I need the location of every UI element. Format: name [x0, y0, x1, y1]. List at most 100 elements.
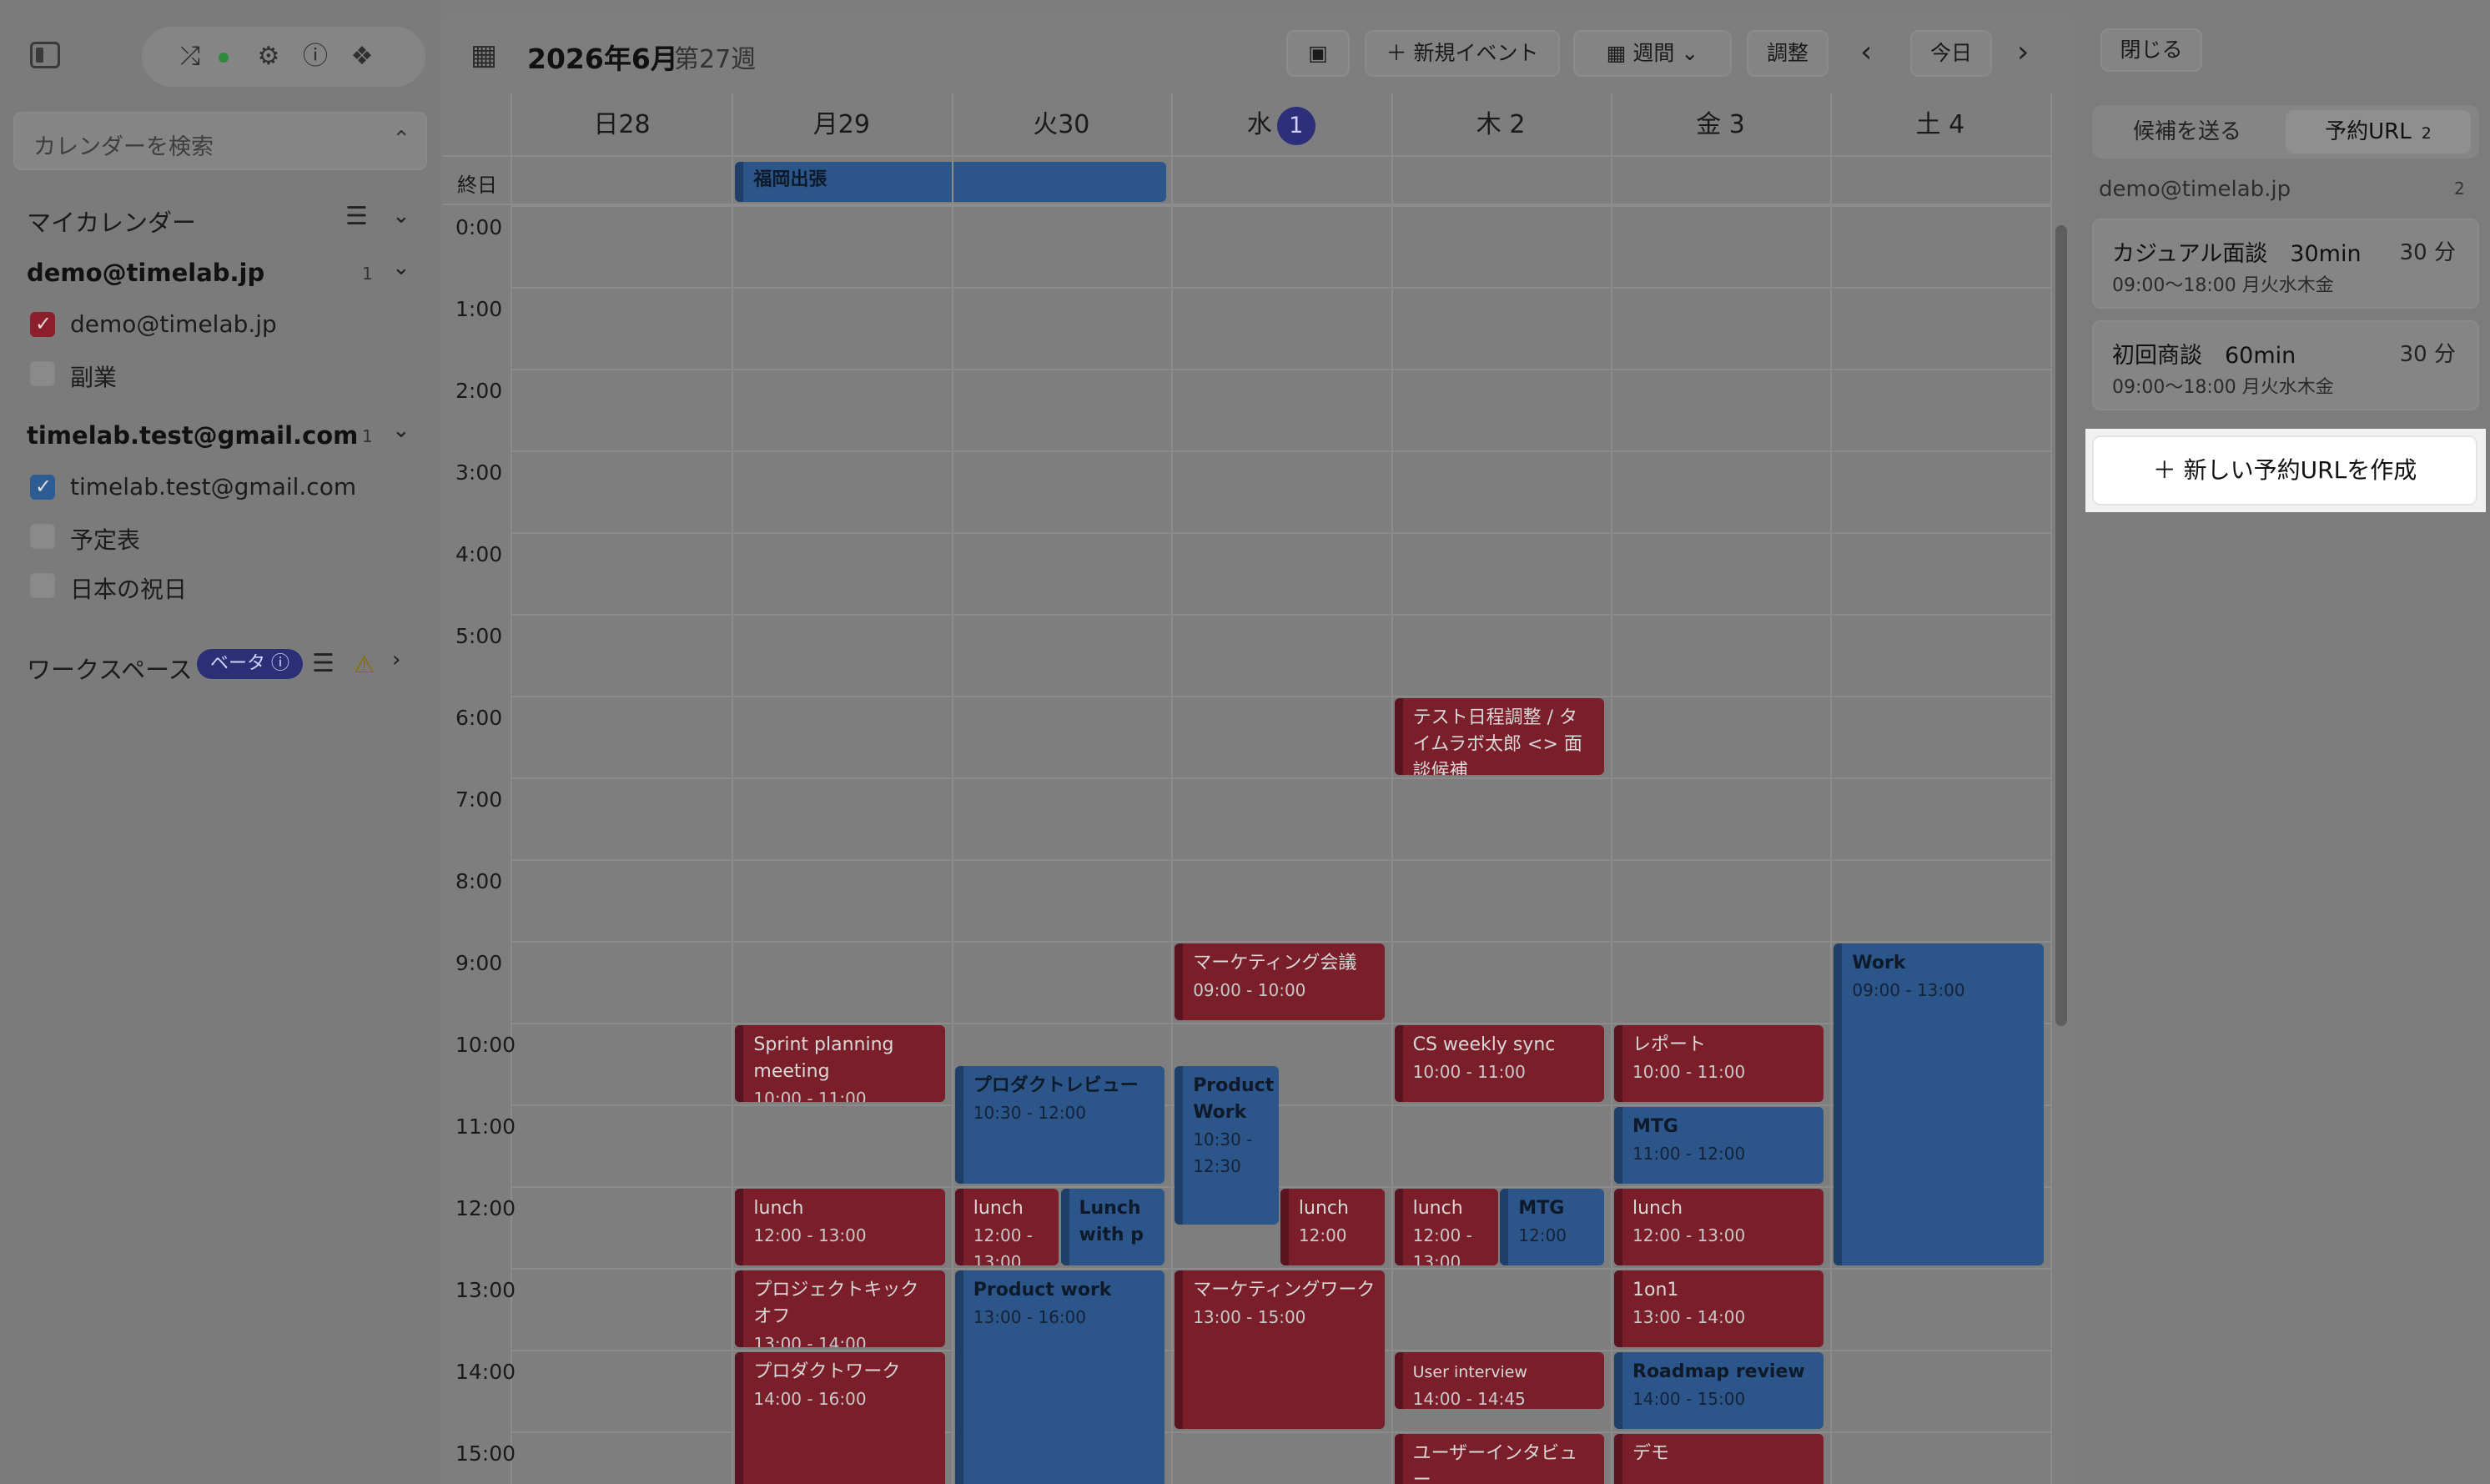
shuffle-icon[interactable]: ⤮ — [175, 42, 205, 72]
calendar-event[interactable]: lunch 12:00 - 13:00 — [735, 1189, 945, 1265]
calendar-event[interactable]: プロダクトレビュー 10:30 - 12:00 — [954, 1066, 1165, 1184]
booking-card-hours: 09:00〜18:00 月火水木金 — [2112, 275, 2334, 296]
event-time: 14:00 - 15:00 — [1632, 1389, 1746, 1409]
adjust-button[interactable]: 調整 — [1747, 30, 1829, 77]
day-label: 月29 — [812, 110, 870, 139]
chevron-right-icon[interactable]: › — [392, 647, 400, 672]
calendar-event[interactable]: プロダクトワーク 14:00 - 16:00 — [735, 1352, 945, 1484]
scrollbar[interactable] — [2055, 225, 2067, 1026]
list-icon[interactable]: ☰ — [312, 649, 335, 678]
calendar-event[interactable]: マーケティング会議 09:00 - 10:00 — [1175, 943, 1385, 1020]
day-divider — [1830, 93, 1833, 1484]
booking-panel: 閉じる 候補を送る 予約URL 2 demo@timelab.jp 2 カジュアル… — [2077, 0, 2490, 1484]
chevron-down-icon[interactable]: ⌄ — [392, 418, 410, 443]
account-count: 1 — [362, 426, 373, 446]
calendar-event[interactable]: lunch 12:00 - 13:00 — [954, 1189, 1059, 1265]
day-header[interactable]: 火30 — [952, 93, 1171, 157]
day-label: 金 3 — [1696, 110, 1745, 139]
day-label: 土 4 — [1915, 110, 1965, 139]
booking-account: demo@timelab.jp — [2099, 177, 2291, 202]
event-title: プロダクトワーク — [753, 1361, 901, 1382]
booking-card[interactable]: 初回商談 60min 30 分 09:00〜18:00 月火水木金 — [2092, 320, 2479, 410]
day-divider — [1611, 93, 1612, 1484]
sidebar: ⤮ ⚙ ⓘ ❖ カレンダーを検索 ⌃ マイカレンダー ☰ ⌄ demo@time… — [0, 0, 440, 1484]
calendar-event[interactable]: lunch 12:00 - 13:00 — [1614, 1189, 1824, 1265]
calendar-event[interactable]: Lunch with p — [1060, 1189, 1165, 1265]
calendar-event[interactable]: マーケティングワーク 13:00 - 15:00 — [1175, 1270, 1385, 1429]
gear-icon[interactable]: ⚙ — [254, 42, 284, 72]
calendar-checkbox[interactable] — [30, 312, 55, 337]
calendar-event[interactable]: Roadmap review 14:00 - 15:00 — [1614, 1352, 1824, 1429]
day-header[interactable]: 金 3 — [1611, 93, 1830, 157]
calendar-event[interactable]: 1on1 13:00 - 14:00 — [1614, 1270, 1824, 1347]
today-indicator: 1 — [1276, 106, 1315, 145]
tab-send-candidates[interactable]: 候補を送る — [2100, 110, 2274, 153]
prev-week-icon[interactable]: ‹ — [1860, 35, 1872, 69]
calendar-event[interactable]: CS weekly sync 10:00 - 11:00 — [1394, 1025, 1604, 1102]
calendar-event[interactable]: レポート 10:00 - 11:00 — [1614, 1025, 1824, 1102]
calendar-event[interactable]: Product Work 10:30 - 12:30 — [1175, 1066, 1279, 1225]
event-title: プロジェクトキックオフ — [753, 1280, 919, 1327]
chevron-down-icon[interactable]: ⌄ — [392, 255, 410, 280]
gift-icon[interactable]: ❖ — [347, 42, 377, 72]
calendar-event[interactable]: lunch 12:00 - 13:00 — [1394, 1189, 1499, 1265]
calendar-event[interactable]: プロジェクトキックオフ 13:00 - 14:00 — [735, 1270, 945, 1347]
create-booking-url-button[interactable]: ＋ 新しい予約URLを作成 — [2092, 435, 2477, 506]
hour-line — [512, 287, 2050, 289]
calendar-event[interactable]: テスト日程調整 / タイムラボ太郎 <> 面談候補 — [1394, 698, 1604, 775]
booking-card-duration: 30 分 — [2399, 342, 2456, 367]
calendar-icon: ▦ — [1606, 41, 1627, 65]
calendar-event[interactable]: MTG 11:00 - 12:00 — [1614, 1107, 1824, 1184]
tab-booking-url[interactable]: 予約URL 2 — [2286, 110, 2471, 153]
day-header[interactable]: 日28 — [512, 93, 732, 157]
calendar-event[interactable]: MTG 12:00 — [1500, 1189, 1604, 1265]
close-button[interactable]: 閉じる — [2100, 28, 2202, 72]
day-label: 日28 — [593, 110, 651, 139]
hour-label: 0:00 — [455, 215, 503, 239]
event-time: 13:00 - 14:00 — [1632, 1307, 1746, 1327]
booking-card-duration: 30 分 — [2399, 240, 2456, 265]
today-button[interactable]: 今日 — [1910, 30, 1992, 77]
layout-toggle-button[interactable]: ▣ — [1286, 30, 1350, 77]
day-header[interactable]: 土 4 — [1830, 93, 2050, 157]
event-title: lunch — [1412, 1198, 1463, 1219]
event-time: 11:00 - 12:00 — [1632, 1144, 1746, 1164]
day-header-row: 日28 月29 火30 水 1 木 2 金 3 土 4 — [442, 93, 2050, 157]
info-icon[interactable]: ⓘ — [300, 42, 330, 72]
calendar-event[interactable]: ユーザーインタビュー — [1394, 1434, 1604, 1484]
calendar-event[interactable]: Product work 13:00 - 16:00 — [954, 1270, 1165, 1484]
event-title: Product work — [973, 1280, 1112, 1300]
event-time: 10:30 - 12:30 — [1193, 1129, 1253, 1176]
event-title: Product Work — [1193, 1075, 1275, 1123]
calendar-checkbox[interactable] — [30, 475, 55, 500]
event-title: MTG — [1518, 1198, 1565, 1219]
new-event-button[interactable]: ＋ 新規イベント — [1365, 30, 1560, 77]
event-title: デモ — [1632, 1443, 1670, 1464]
hour-label: 4:00 — [455, 542, 503, 566]
calendar-checkbox[interactable] — [30, 361, 55, 386]
calendar-search-input[interactable]: カレンダーを検索 ⌃ — [13, 112, 427, 170]
calendar-event[interactable]: User interview 14:00 - 14:45 — [1394, 1352, 1604, 1409]
warning-icon: ⚠ — [354, 651, 375, 678]
calendar-checkbox[interactable] — [30, 573, 55, 598]
booking-account-count: 2 — [2454, 179, 2465, 199]
sidebar-toggle-icon[interactable] — [30, 42, 60, 68]
calendar-event[interactable]: Work 09:00 - 13:00 — [1834, 943, 2044, 1265]
status-dot — [219, 53, 229, 63]
account-count: 1 — [362, 264, 373, 284]
day-header[interactable]: 月29 — [732, 93, 951, 157]
calendar-event[interactable]: lunch 12:00 — [1280, 1189, 1385, 1265]
booking-card[interactable]: カジュアル面談 30min 30 分 09:00〜18:00 月火水木金 — [2092, 219, 2479, 309]
next-week-icon[interactable]: › — [2017, 35, 2029, 69]
list-icon[interactable]: ☰ — [345, 202, 368, 231]
view-select[interactable]: ▦ 週間 ⌄ — [1573, 30, 1732, 77]
calendar-event[interactable]: デモ — [1614, 1434, 1824, 1484]
event-title: ユーザーインタビュー — [1412, 1443, 1578, 1484]
calendar-checkbox[interactable] — [30, 524, 55, 549]
chevron-down-icon[interactable]: ⌄ — [392, 204, 410, 229]
allday-event[interactable]: 福岡出張 — [735, 162, 1167, 202]
event-time: 10:00 - 11:00 — [1412, 1062, 1526, 1082]
calendar-event[interactable]: Sprint planning meeting 10:00 - 11:00 — [735, 1025, 945, 1102]
day-header[interactable]: 木 2 — [1391, 93, 1611, 157]
day-header[interactable]: 水1 — [1171, 93, 1391, 157]
